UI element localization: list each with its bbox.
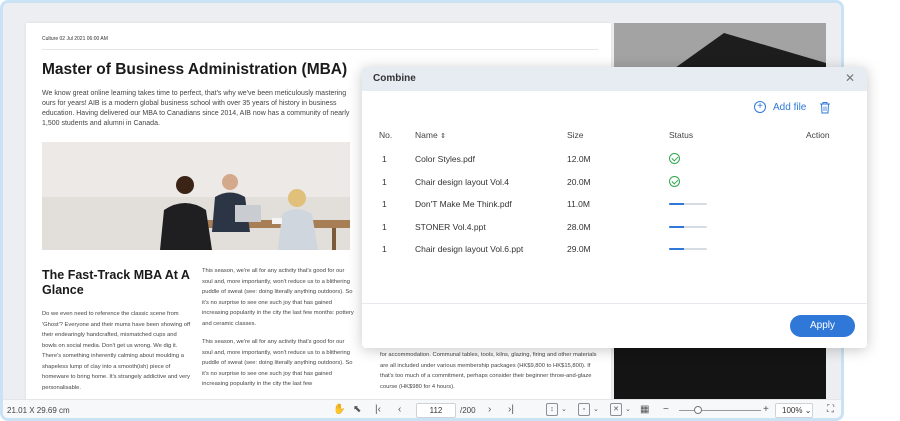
body-column-left: Do we even need to reference the classic…: [42, 311, 191, 391]
row-number: 1: [382, 199, 387, 209]
zoom-slider[interactable]: [679, 410, 761, 411]
fullscreen-icon[interactable]: ⛶: [827, 404, 834, 416]
row-number: 1: [382, 221, 387, 232]
dialog-title: Combine: [373, 73, 416, 84]
progress-bar: [669, 248, 707, 250]
table-row[interactable]: 1 Color Styles.pdf 12.0M: [362, 153, 867, 176]
document-title: Master of Business Administration (MBA): [42, 61, 348, 78]
file-size: 29.0M: [567, 244, 591, 254]
row-number: 1: [382, 176, 387, 187]
combine-dialog: Combine ✕ + Add file No. Name ⇕ Size Sta…: [362, 67, 867, 348]
chevron-down-icon[interactable]: ⌄: [625, 404, 631, 416]
table-row[interactable]: 1 STONER Vol.4.ppt 28.0M: [362, 222, 867, 244]
table-row[interactable]: 1 Don'T Make Me Think.pdf 11.0M: [362, 199, 867, 221]
column-header-status: Status: [669, 130, 694, 140]
column-header-action: Action: [806, 130, 830, 140]
plus-circle-icon: +: [754, 101, 766, 113]
file-name: Don'T Make Me Think.pdf: [415, 199, 512, 209]
row-number: 1: [382, 244, 387, 254]
table-row[interactable]: 1 Chair design layout Vol.4 20.0M: [362, 175, 867, 199]
hand-tool-icon[interactable]: ✋: [333, 404, 345, 416]
file-name: Chair design layout Vol.4: [415, 176, 510, 187]
file-name: Color Styles.pdf: [415, 154, 475, 164]
add-file-label: Add file: [773, 101, 807, 113]
column-header-no: No.: [379, 130, 393, 140]
progress-bar: [669, 225, 707, 228]
progress-bar-fill: [669, 203, 685, 205]
check-circle-icon: [669, 153, 680, 164]
dialog-header: Combine ✕: [362, 67, 867, 91]
trash-icon[interactable]: [819, 101, 831, 114]
progress-bar-fill: [669, 225, 685, 228]
last-page-icon[interactable]: ›|: [508, 404, 514, 416]
file-size: 20.0M: [567, 176, 591, 187]
progress-bar: [669, 203, 707, 205]
body-paragraph: This season, we're all for any activity …: [202, 339, 353, 387]
file-name: Chair design layout Vol.6.ppt: [415, 244, 524, 254]
file-name: STONER Vol.4.ppt: [415, 221, 486, 232]
apply-button[interactable]: Apply: [790, 315, 855, 337]
file-size: 11.0M: [567, 199, 590, 209]
total-pages: /200: [460, 406, 476, 415]
chevron-down-icon[interactable]: ⌄: [593, 404, 599, 416]
page-number-input[interactable]: 112: [416, 403, 456, 418]
first-page-icon[interactable]: |‹: [375, 404, 381, 416]
previous-page-icon[interactable]: ‹: [398, 404, 401, 416]
body-column-middle: This season, we're all for any activity …: [202, 266, 356, 390]
sort-icon[interactable]: ⇕: [440, 133, 446, 140]
zoom-out-icon[interactable]: −: [663, 404, 669, 416]
rotate-icon[interactable]: ✕: [610, 403, 622, 416]
intro-paragraph: We know great online learning takes time…: [42, 90, 350, 127]
zoom-slider-handle[interactable]: [694, 406, 702, 414]
layout-icon[interactable]: ▦: [640, 404, 649, 416]
dialog-divider: [362, 303, 867, 304]
row-number: 1: [382, 154, 387, 164]
check-circle-icon: [669, 175, 680, 187]
meeting-photo: [42, 142, 350, 250]
table-row[interactable]: 1 Chair design layout Vol.6.ppt 29.0M: [362, 244, 867, 266]
zoom-select[interactable]: 100% ⌄: [775, 403, 813, 418]
divider: [42, 49, 598, 50]
file-size: 12.0M: [567, 154, 591, 164]
zoom-value: 100%: [782, 406, 803, 415]
add-file-button[interactable]: + Add file: [754, 100, 806, 114]
body-paragraph: This season, we're all for any activity …: [202, 268, 354, 327]
page-dimensions: 21.01 X 29.69 cm: [7, 406, 70, 415]
column-header-size: Size: [567, 130, 584, 140]
section-title: The Fast-Track MBA At A Glance: [42, 268, 190, 297]
single-page-icon[interactable]: ▫: [578, 403, 590, 416]
zoom-in-icon[interactable]: +: [763, 404, 769, 416]
next-page-icon[interactable]: ›: [488, 404, 491, 416]
progress-bar-fill: [669, 248, 685, 250]
status-bar: 21.01 X 29.69 cm ✋ ⬉ |‹ ‹ 112 /200 › ›| …: [3, 399, 841, 418]
chevron-down-icon[interactable]: ⌄: [561, 404, 567, 416]
dateline: Culture 02 Jul 2021 06:00 AM: [42, 36, 108, 42]
fit-height-icon[interactable]: ↕: [546, 403, 558, 416]
column-header-name-label: Name: [415, 130, 438, 140]
close-icon[interactable]: ✕: [845, 71, 855, 85]
file-size: 28.0M: [567, 221, 591, 232]
select-tool-icon[interactable]: ⬉: [353, 404, 361, 416]
body-column-right: for accommodation. Communal tables, tool…: [380, 352, 597, 390]
column-header-name[interactable]: Name ⇕: [415, 130, 446, 140]
